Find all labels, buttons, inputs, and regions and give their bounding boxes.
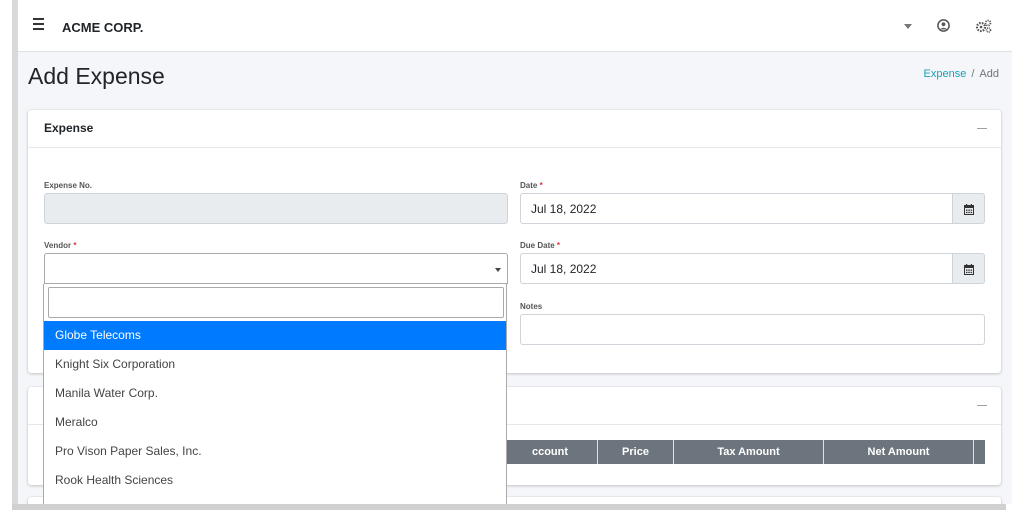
vendor-option[interactable]: Pro Vison Paper Sales, Inc. [44,437,506,466]
due-date-label: Due Date * [520,241,560,250]
due-date-label-text: Due Date [520,241,555,250]
required-mark: * [556,241,561,250]
collapse-icon[interactable] [977,405,987,406]
window-shadow [12,504,1006,510]
column-header-account: ccount [503,440,598,464]
user-icon[interactable] [937,19,950,32]
vendor-dropdown: Globe Telecoms Knight Six Corporation Ma… [43,284,507,504]
column-header-net-amount: Net Amount [824,440,974,464]
gears-icon[interactable] [975,19,992,33]
collapse-icon[interactable] [977,128,987,129]
vendor-label: Vendor * [44,241,76,250]
calendar-icon [964,264,974,275]
page-title: Add Expense [28,63,165,89]
vendor-options-list: Globe Telecoms Knight Six Corporation Ma… [44,321,506,495]
top-navbar: ACME CORP. [18,0,1012,52]
calendar-icon [964,204,974,215]
expense-no-field[interactable] [44,193,508,224]
expense-card-title: Expense [44,121,94,135]
screenshot-frame: ACME CORP. Add Expense Expense / Add Expen… [0,0,1024,525]
column-header-price: Price [598,440,674,464]
breadcrumb-current: Add [979,68,999,80]
column-header-spacer [974,440,985,464]
due-date-field[interactable]: Jul 18, 2022 [520,253,953,284]
chevron-down-icon[interactable] [904,24,912,29]
vendor-search-input[interactable] [48,287,504,318]
app-window: ACME CORP. Add Expense Expense / Add Expen… [18,0,1012,504]
notes-field[interactable] [520,314,985,345]
expense-card-header: Expense [28,110,1001,148]
notes-label: Notes [520,302,543,311]
vendor-label-text: Vendor [44,241,72,250]
column-header-tax-amount: Tax Amount [674,440,824,464]
items-table-header: ccount Price Tax Amount Net Amount [503,440,985,464]
brand-name: ACME CORP. [62,20,144,35]
breadcrumb-link-expense[interactable]: Expense [924,68,967,80]
date-label: Date * [520,181,543,190]
date-label-text: Date [520,181,538,190]
date-field[interactable]: Jul 18, 2022 [520,193,953,224]
vendor-select[interactable] [44,253,508,284]
vendor-option[interactable]: Manila Water Corp. [44,379,506,408]
chevron-down-icon [495,268,501,272]
required-mark: * [539,181,543,190]
breadcrumb: Expense / Add [924,68,999,80]
expense-no-label: Expense No. [44,181,93,190]
due-date-picker-button[interactable] [953,253,985,284]
menu-toggle-icon[interactable] [33,18,47,32]
required-mark: * [73,241,77,250]
vendor-option[interactable]: Rook Health Sciences [44,466,506,495]
date-picker-button[interactable] [953,193,985,224]
vendor-option[interactable]: Meralco [44,408,506,437]
vendor-option[interactable]: Knight Six Corporation [44,350,506,379]
vendor-option[interactable]: Globe Telecoms [44,321,506,350]
breadcrumb-separator: / [971,68,975,80]
